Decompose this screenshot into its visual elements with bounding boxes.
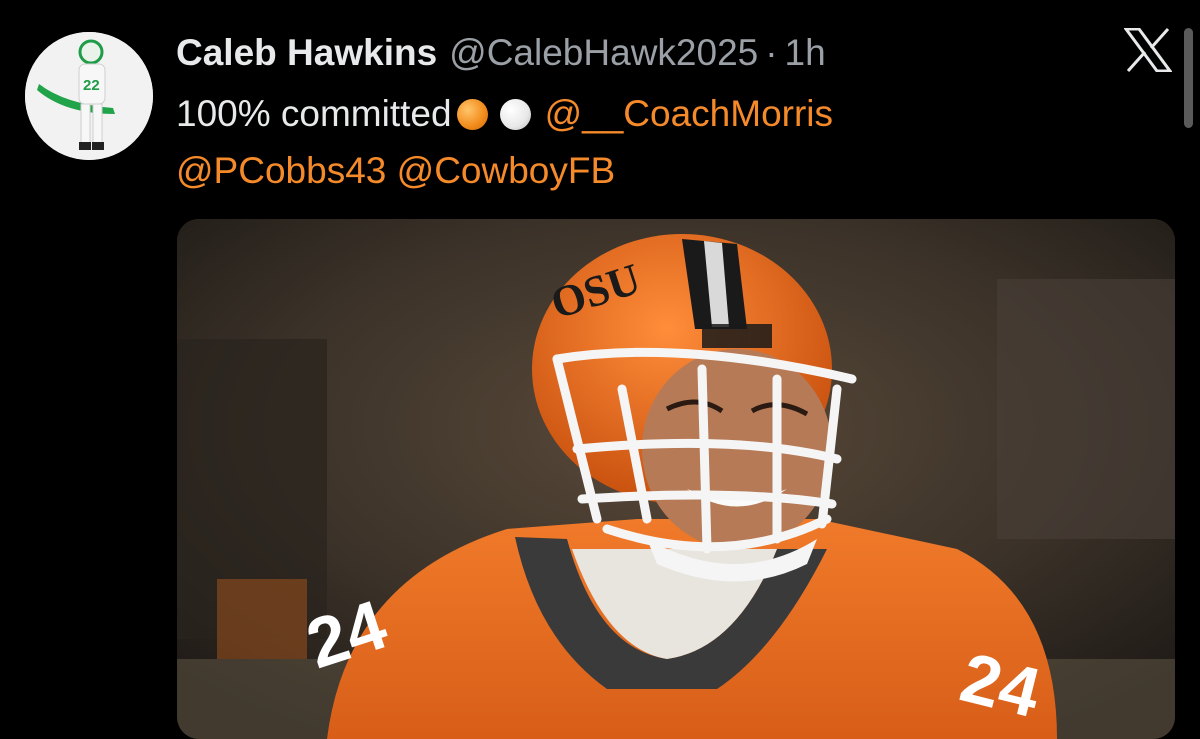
- tweet-text: 100% committed @__CoachMorris @PCobbs43 @…: [176, 85, 1096, 199]
- orange-circle-emoji-icon: [456, 99, 488, 130]
- timestamp[interactable]: 1h: [785, 28, 826, 78]
- avatar-image: 22: [25, 32, 153, 160]
- svg-text:22: 22: [83, 77, 100, 94]
- mention-link[interactable]: @CowboyFB: [397, 150, 616, 191]
- display-name[interactable]: Caleb Hawkins: [176, 28, 437, 78]
- mention-link[interactable]: @PCobbs43: [176, 150, 386, 191]
- separator-dot: ·: [765, 32, 778, 73]
- scrollbar[interactable]: [1184, 28, 1193, 128]
- tweet-header: Caleb Hawkins @CalebHawk2025 · 1h: [176, 28, 826, 78]
- user-handle[interactable]: @CalebHawk2025: [449, 28, 758, 78]
- football-player-photo: 24 24 OSU OSU: [177, 219, 1175, 739]
- tweet-text-body: 100% committed: [176, 93, 452, 134]
- tweet-media-image[interactable]: 24 24 OSU OSU: [177, 219, 1175, 739]
- x-logo-icon[interactable]: [1123, 27, 1173, 73]
- mention-link[interactable]: @__CoachMorris: [545, 93, 833, 134]
- tweet[interactable]: 22 Caleb Hawkins @CalebHawk2025 · 1h 100…: [0, 0, 1200, 739]
- white-circle-emoji-icon: [499, 99, 531, 130]
- avatar[interactable]: 22: [25, 32, 153, 160]
